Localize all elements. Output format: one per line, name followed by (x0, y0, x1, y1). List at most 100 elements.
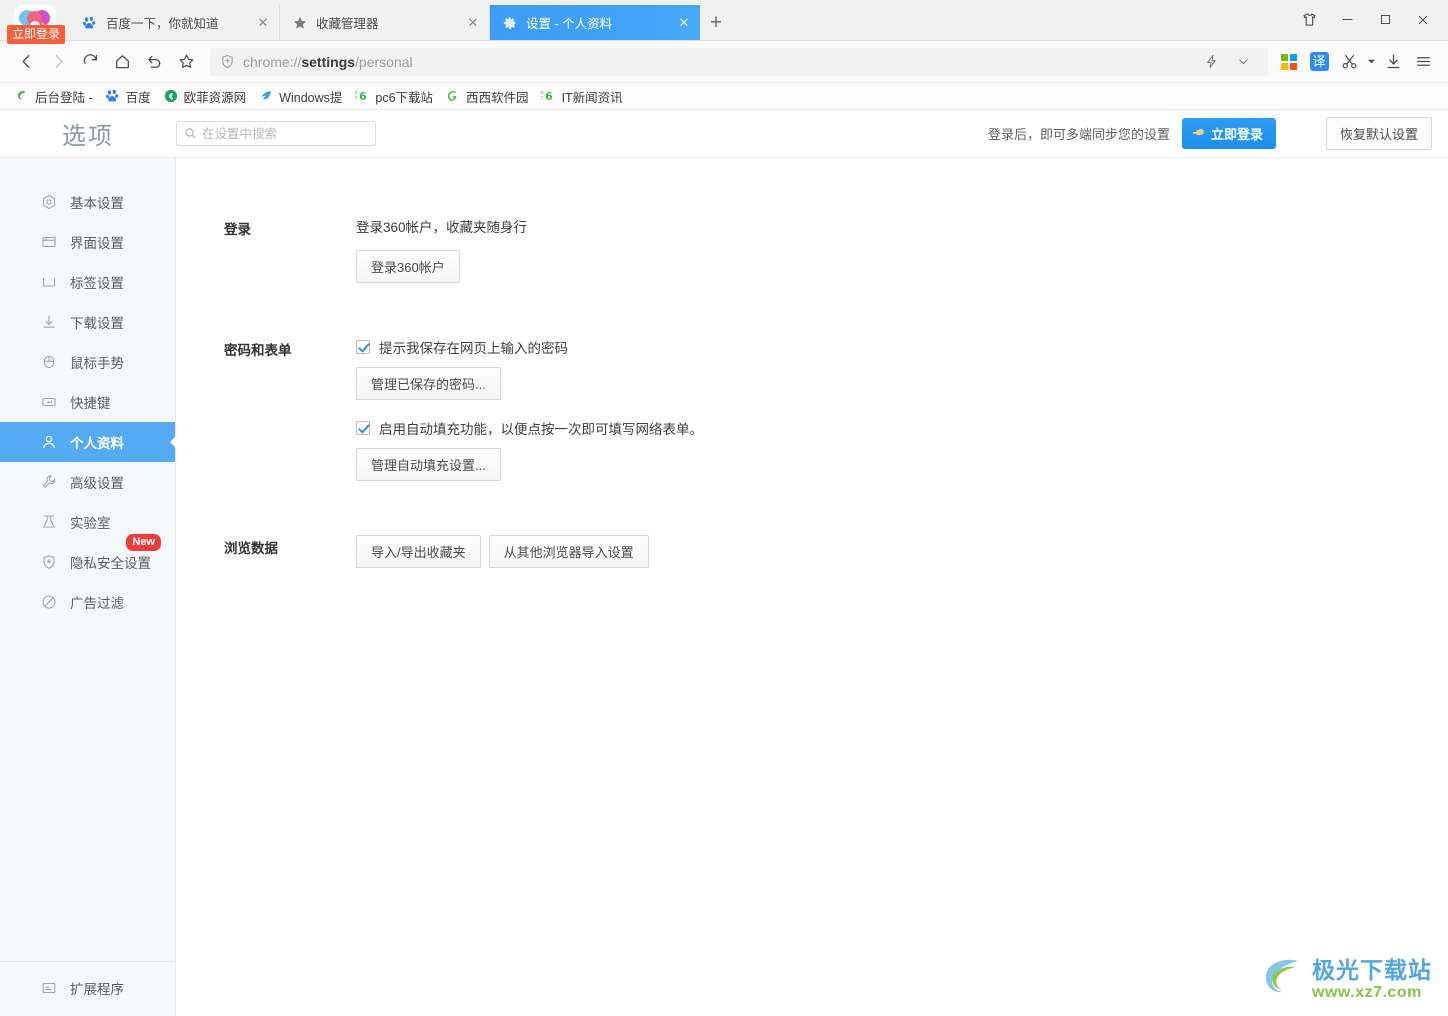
bookmark-item[interactable]: 欧菲资源网 (157, 85, 253, 107)
sidebar-item-shortcuts[interactable]: 快捷键 (0, 382, 175, 422)
bookmark-item[interactable]: P C 6 pc6下载站 (348, 85, 439, 107)
url-text: chrome://settings/personal (243, 53, 413, 70)
address-bar[interactable]: chrome://settings/personal (210, 47, 1268, 77)
tab-close-icon[interactable]: ✕ (676, 15, 692, 31)
save-password-label: 提示我保存在网页上输入的密码 (379, 341, 568, 356)
mouse-icon (40, 353, 58, 371)
watermark-line1: 极光下载站 (1312, 956, 1432, 983)
reload-button[interactable] (74, 46, 106, 78)
sidebar-item-interface[interactable]: 界面设置 (0, 222, 175, 262)
login-now-badge[interactable]: 立即登录 (7, 25, 66, 44)
login-now-button[interactable]: 立即登录 (1181, 118, 1276, 149)
bookmark-label: 欧菲资源网 (183, 90, 247, 105)
minimize-button[interactable] (1328, 1, 1366, 39)
browser-toolbar: chrome://settings/personal 译 (0, 41, 1448, 83)
sidebar-item-label: 扩展程序 (70, 982, 124, 997)
lightning-icon[interactable] (1196, 47, 1226, 77)
tab-icon (40, 273, 58, 291)
sidebar-item-label: 高级设置 (70, 476, 124, 491)
svg-text:C: C (355, 95, 358, 100)
bookmark-star-button[interactable] (170, 46, 202, 78)
sidebar-item-tabs[interactable]: 标签设置 (0, 262, 175, 302)
sidebar-item-label: 广告过滤 (70, 596, 124, 611)
new-tab-button[interactable]: + (700, 5, 732, 40)
settings-page: 选项 登录后，即可多端同步您的设置 立即登录 恢复默认设置 (0, 110, 1448, 1016)
user-icon (40, 433, 58, 451)
section-body: 登录360帐户，收藏夹随身行 登录360帐户 (356, 216, 1448, 283)
manage-autofill-settings-button[interactable]: 管理自动填充设置... (356, 448, 501, 481)
translate-glyph: 译 (1309, 52, 1329, 71)
back-button[interactable] (10, 46, 42, 78)
bookmark-item[interactable]: P C 6 IT新闻资讯 (535, 85, 629, 107)
window-layout-icon (40, 233, 58, 251)
settings-sidebar: 基本设置 界面设置 标签设置 下载设置 鼠标手势 快捷键 个人资料 高级设置 实… (0, 158, 176, 1016)
maximize-button[interactable] (1366, 1, 1404, 39)
hand-point-icon (1192, 126, 1206, 141)
chevron-down-icon[interactable] (1228, 47, 1258, 77)
forward-button[interactable] (42, 46, 74, 78)
section-browsing-data: 浏览数据 导入/导出收藏夹 从其他浏览器导入设置 (176, 535, 1448, 568)
sidebar-item-advanced[interactable]: 高级设置 (0, 462, 175, 502)
reset-defaults-button[interactable]: 恢复默认设置 (1325, 117, 1432, 150)
save-password-checkbox[interactable] (356, 340, 370, 354)
sidebar-item-download[interactable]: 下载设置 (0, 302, 175, 342)
login-360-account-button[interactable]: 登录360帐户 (356, 250, 460, 283)
tab-title: 设置 - 个人资料 (526, 17, 613, 31)
search-box[interactable] (176, 121, 376, 146)
sidebar-item-adblock[interactable]: 广告过滤 (0, 582, 175, 622)
search-input[interactable] (202, 126, 368, 141)
sidebar-item-mouse-gesture[interactable]: 鼠标手势 (0, 342, 175, 382)
section-login: 登录 登录360帐户，收藏夹随身行 登录360帐户 (176, 216, 1448, 283)
home-button[interactable] (106, 46, 138, 78)
section-label: 浏览数据 (224, 541, 278, 556)
bookmark-item[interactable]: 西西软件园 (439, 85, 535, 107)
swirl-green-icon (14, 88, 30, 104)
windows-feather-icon (258, 88, 274, 104)
sidebar-item-extensions[interactable]: 扩展程序 (0, 968, 175, 1008)
block-circle-icon (40, 593, 58, 611)
section-passwords-forms: 密码和表单 提示我保存在网页上输入的密码 管理已保存的密码... 启用自动填充功… (176, 337, 1448, 481)
login-description: 登录360帐户，收藏夹随身行 (356, 220, 528, 235)
sidebar-item-basic[interactable]: 基本设置 (0, 182, 175, 222)
import-from-other-browser-button[interactable]: 从其他浏览器导入设置 (488, 535, 649, 568)
bookmark-item[interactable]: 后台登陆 - (8, 85, 99, 107)
download-icon[interactable] (1378, 47, 1408, 77)
manage-saved-passwords-button[interactable]: 管理已保存的密码... (356, 367, 501, 400)
login-now-label: 立即登录 (1210, 127, 1263, 142)
tab-bookmark-manager[interactable]: 收藏管理器 ✕ (280, 5, 490, 40)
site-watermark: 极光下载站 www.xz7.com (1260, 955, 1432, 1004)
skin-icon[interactable] (1290, 1, 1328, 39)
bookmark-item[interactable]: 百度 (99, 85, 157, 107)
autofill-checkbox[interactable] (356, 421, 370, 435)
scissors-icon[interactable] (1334, 47, 1364, 77)
star-icon (292, 15, 308, 31)
close-button[interactable] (1404, 1, 1442, 39)
settings-header: 选项 登录后，即可多端同步您的设置 立即登录 恢复默认设置 (0, 110, 1448, 157)
settings-body: 基本设置 界面设置 标签设置 下载设置 鼠标手势 快捷键 个人资料 高级设置 实… (0, 158, 1448, 1016)
watermark-line2: www.xz7.com (1312, 983, 1422, 1001)
save-password-row: 提示我保存在网页上输入的密码 (356, 337, 1448, 357)
tab-close-icon[interactable]: ✕ (465, 15, 481, 31)
tab-title: 收藏管理器 (316, 17, 379, 31)
page-title: 选项 (62, 123, 114, 150)
shield-plus-icon (40, 553, 58, 571)
scissors-dropdown-icon[interactable] (1364, 47, 1378, 77)
tab-baidu[interactable]: 百度一下，你就知道 ✕ (70, 5, 280, 40)
g-circle-icon (445, 88, 461, 104)
tab-settings[interactable]: 设置 - 个人资料 ✕ (490, 5, 700, 40)
svg-text:C: C (541, 95, 544, 100)
sidebar-item-privacy[interactable]: 隐私安全设置 New (0, 534, 175, 582)
bookmark-item[interactable]: Windows提 (252, 85, 348, 107)
microsoft-grid-icon[interactable] (1274, 47, 1304, 77)
import-export-bookmarks-button[interactable]: 导入/导出收藏夹 (356, 535, 481, 568)
sidebar-item-label: 快捷键 (70, 396, 111, 411)
sidebar-item-personal[interactable]: 个人资料 (0, 422, 176, 462)
target-circle-icon (40, 193, 58, 211)
menu-icon[interactable] (1408, 47, 1438, 77)
translate-icon[interactable]: 译 (1304, 47, 1334, 77)
svg-text:6: 6 (359, 90, 367, 103)
tab-close-icon[interactable]: ✕ (255, 15, 271, 31)
window-controls (1290, 0, 1448, 40)
bookmark-label: Windows提 (279, 90, 343, 105)
undo-button[interactable] (138, 46, 170, 78)
